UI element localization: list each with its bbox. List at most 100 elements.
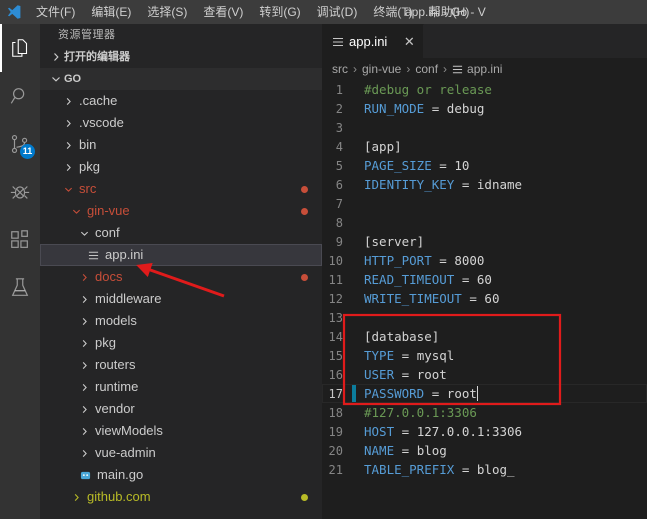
code-line-14[interactable]: 14[database] — [322, 327, 647, 346]
tree-item-viewModels[interactable]: viewModels — [40, 420, 322, 442]
code-line-13[interactable]: 13 — [322, 308, 647, 327]
tree-item-pkg[interactable]: pkg — [40, 332, 322, 354]
code-line-9[interactable]: 9[server] — [322, 232, 647, 251]
code-line-4[interactable]: 4[app] — [322, 137, 647, 156]
chevron-right-icon[interactable] — [68, 493, 84, 502]
tree-item-docs[interactable]: docs — [40, 266, 322, 288]
code-line-text: [app] — [364, 139, 402, 154]
tree-item-app.ini[interactable]: app.ini — [40, 244, 322, 266]
code-line-text: USER = root — [364, 367, 447, 382]
token-key: RUN_MODE — [364, 101, 424, 116]
activity-item-search[interactable] — [0, 72, 40, 120]
code-editor[interactable]: 1#debug or release2RUN_MODE = debug34[ap… — [322, 80, 647, 519]
chevron-right-icon[interactable] — [60, 163, 76, 172]
tree-item-src[interactable]: src — [40, 178, 322, 200]
git-change-marker — [352, 99, 356, 118]
code-line-19[interactable]: 19HOST = 127.0.0.1:3306 — [322, 422, 647, 441]
code-line-3[interactable]: 3 — [322, 118, 647, 137]
chevron-right-icon[interactable] — [76, 273, 92, 282]
editor-group: app.ini ✕ src›gin-vue›conf›app.ini 1#deb… — [322, 24, 647, 519]
breadcrumb-item-2[interactable]: conf — [415, 62, 438, 76]
tree-item-pkg[interactable]: pkg — [40, 156, 322, 178]
tree-item-bin[interactable]: bin — [40, 134, 322, 156]
code-line-1[interactable]: 1#debug or release — [322, 80, 647, 99]
breadcrumb[interactable]: src›gin-vue›conf›app.ini — [322, 58, 647, 80]
section-open-editors[interactable]: 打开的编辑器 — [40, 46, 322, 68]
tree-item-.vscode[interactable]: .vscode — [40, 112, 322, 134]
chevron-right-icon[interactable] — [76, 361, 92, 370]
chevron-right-icon[interactable] — [76, 449, 92, 458]
code-line-12[interactable]: 12WRITE_TIMEOUT = 60 — [322, 289, 647, 308]
chevron-right-icon[interactable] — [76, 317, 92, 326]
tree-item-.cache[interactable]: .cache — [40, 90, 322, 112]
tree-item-gin-vue[interactable]: gin-vue — [40, 200, 322, 222]
activity-item-debug[interactable] — [0, 168, 40, 216]
code-line-17[interactable]: 17PASSWORD = root — [322, 384, 647, 403]
line-number: 1 — [322, 83, 352, 97]
code-line-11[interactable]: 11READ_TIMEOUT = 60 — [322, 270, 647, 289]
tab-app-ini[interactable]: app.ini ✕ — [322, 24, 424, 58]
section-workspace[interactable]: GO — [40, 68, 322, 90]
code-line-16[interactable]: 16USER = root — [322, 365, 647, 384]
close-icon[interactable]: ✕ — [401, 34, 417, 50]
menu-item-3[interactable]: 查看(V) — [195, 0, 251, 24]
chevron-right-icon[interactable] — [76, 383, 92, 392]
code-line-5[interactable]: 5PAGE_SIZE = 10 — [322, 156, 647, 175]
tree-item-vue-admin[interactable]: vue-admin — [40, 442, 322, 464]
chevron-right-icon[interactable] — [76, 427, 92, 436]
code-line-8[interactable]: 8 — [322, 213, 647, 232]
tree-item-label: middleware — [95, 288, 161, 310]
menu-item-4[interactable]: 转到(G) — [251, 0, 308, 24]
tree-item-models[interactable]: models — [40, 310, 322, 332]
menu-item-2[interactable]: 选择(S) — [139, 0, 195, 24]
files-icon — [10, 37, 32, 59]
tree-item-runtime[interactable]: runtime — [40, 376, 322, 398]
code-line-15[interactable]: 15TYPE = mysql — [322, 346, 647, 365]
chevron-right-icon[interactable] — [60, 141, 76, 150]
activity-bar[interactable]: 11 — [0, 24, 40, 519]
breadcrumb-item-1[interactable]: gin-vue — [362, 62, 401, 76]
chevron-right-icon[interactable] — [76, 405, 92, 414]
chevron-down-icon — [48, 74, 64, 84]
code-line-21[interactable]: 21TABLE_PREFIX = blog_ — [322, 460, 647, 479]
tree-item-github.com[interactable]: github.com — [40, 486, 322, 508]
token-val: root — [447, 386, 477, 401]
menu-item-0[interactable]: 文件(F) — [28, 0, 83, 24]
git-change-marker — [352, 118, 356, 137]
chevron-right-icon[interactable] — [76, 339, 92, 348]
activity-item-testing[interactable] — [0, 264, 40, 312]
chevron-right-icon[interactable] — [76, 295, 92, 304]
menu-item-5[interactable]: 调试(D) — [309, 0, 366, 24]
git-change-marker — [352, 232, 356, 251]
file-tree[interactable]: .cache.vscodebinpkgsrcgin-vueconfapp.ini… — [40, 90, 322, 508]
tree-item-routers[interactable]: routers — [40, 354, 322, 376]
activity-item-explorer[interactable] — [0, 24, 40, 72]
code-line-10[interactable]: 10HTTP_PORT = 8000 — [322, 251, 647, 270]
chevron-right-icon[interactable] — [60, 119, 76, 128]
chevron-down-icon[interactable] — [76, 229, 92, 238]
breadcrumb-item-0[interactable]: src — [332, 62, 348, 76]
section-open-editors-label: 打开的编辑器 — [64, 46, 130, 68]
activity-item-extensions[interactable] — [0, 216, 40, 264]
activity-item-source-control[interactable]: 11 — [0, 120, 40, 168]
tree-item-vendor[interactable]: vendor — [40, 398, 322, 420]
line-number: 14 — [322, 330, 352, 344]
tree-item-conf[interactable]: conf — [40, 222, 322, 244]
code-line-20[interactable]: 20NAME = blog — [322, 441, 647, 460]
chevron-right-icon[interactable] — [60, 97, 76, 106]
code-line-7[interactable]: 7 — [322, 194, 647, 213]
line-number: 13 — [322, 311, 352, 325]
code-line-6[interactable]: 6IDENTITY_KEY = idname — [322, 175, 647, 194]
menu-item-1[interactable]: 编辑(E) — [83, 0, 139, 24]
tab-bar[interactable]: app.ini ✕ — [322, 24, 647, 58]
chevron-down-icon[interactable] — [68, 207, 84, 216]
breadcrumb-item-3[interactable]: app.ini — [467, 62, 502, 76]
tree-item-middleware[interactable]: middleware — [40, 288, 322, 310]
git-change-marker — [352, 194, 356, 213]
tree-item-label: vendor — [95, 398, 135, 420]
tree-item-main.go[interactable]: main.go — [40, 464, 322, 486]
chevron-down-icon[interactable] — [60, 185, 76, 194]
git-change-marker — [352, 270, 356, 289]
code-line-2[interactable]: 2RUN_MODE = debug — [322, 99, 647, 118]
code-line-18[interactable]: 18#127.0.0.1:3306 — [322, 403, 647, 422]
